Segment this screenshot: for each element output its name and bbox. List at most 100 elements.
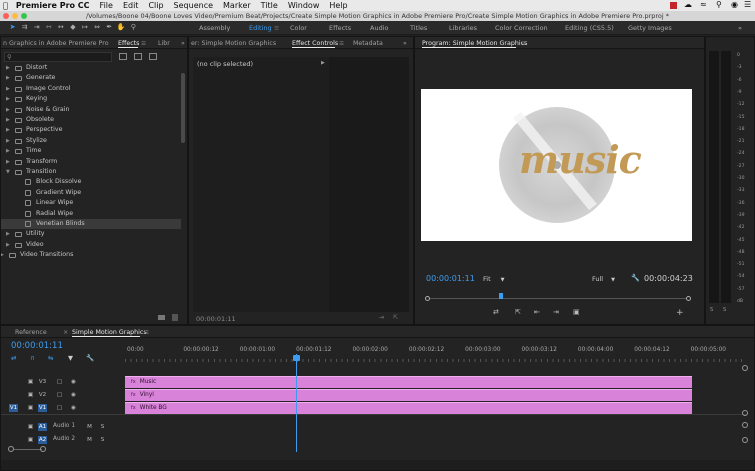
yuv-effects-icon[interactable] — [149, 53, 157, 60]
32bit-effects-icon[interactable] — [134, 53, 142, 60]
go-to-out-icon[interactable]: ⇥ — [553, 308, 559, 316]
lock-track-icon[interactable]: ▣ — [26, 404, 35, 412]
close-tab-icon[interactable]: × — [63, 329, 68, 336]
effects-scrollbar[interactable] — [181, 73, 185, 143]
chevron-right-icon[interactable]: ▶ — [6, 240, 10, 250]
effect-folder[interactable]: ▶ Perspective — [1, 125, 181, 135]
effect-folder[interactable]: ▶ Image Control — [1, 84, 181, 94]
timeline-current-timecode[interactable]: 00:00:01:11 — [11, 341, 63, 351]
record-status-icon[interactable] — [670, 2, 677, 9]
workspace-overflow-icon[interactable]: » — [738, 24, 742, 32]
lock-track-icon[interactable]: ▣ — [26, 378, 35, 386]
slip-tool-icon[interactable]: ↦ — [80, 23, 89, 32]
effect-item[interactable]: Block Dissolve — [1, 177, 181, 187]
playback-resolution-select[interactable]: Full ▼ — [592, 275, 615, 283]
close-window-button[interactable] — [3, 13, 9, 19]
panel-menu-icon[interactable]: ≡ — [141, 40, 146, 47]
effect-folder[interactable]: ▶ Video — [1, 240, 181, 250]
panel-overflow-icon[interactable]: » — [403, 40, 407, 47]
cloud-icon[interactable]: ☁ — [684, 0, 692, 9]
menu-sequence[interactable]: Sequence — [174, 1, 213, 10]
chevron-right-icon[interactable]: ▶ — [6, 146, 10, 156]
solo-left-button[interactable]: S — [710, 307, 713, 313]
workspace-editing[interactable]: Editing — [249, 24, 272, 32]
chevron-right-icon[interactable]: ▶ — [6, 73, 10, 83]
tab-effect-controls[interactable]: Effect Controls — [292, 40, 338, 47]
effect-folder[interactable]: ▶ Time — [1, 146, 181, 156]
apple-icon[interactable]:  — [3, 1, 8, 10]
zoom-window-button[interactable] — [21, 13, 27, 19]
tab-sequence[interactable]: Simple Motion Graphics — [72, 329, 147, 336]
search-icon[interactable]: ⚲ — [716, 0, 722, 9]
track-select-tool-icon[interactable]: ⇉ — [20, 23, 29, 32]
menu-window[interactable]: Window — [288, 1, 320, 10]
sync-lock-icon[interactable]: □ — [55, 404, 64, 412]
workspace-color-correction[interactable]: Color Correction — [495, 24, 548, 32]
track-target-button[interactable]: V2 — [38, 391, 47, 399]
timeline-zoom-scrollbar[interactable] — [8, 446, 743, 452]
workspace-getty-images[interactable]: Getty Images — [628, 24, 672, 32]
menu-marker[interactable]: Marker — [223, 1, 251, 10]
nest-insert-icon[interactable]: ⇄ — [11, 354, 16, 362]
new-bin-icon[interactable] — [158, 315, 165, 320]
export-icon[interactable]: ⇱ — [393, 314, 398, 321]
lock-track-icon[interactable]: ▣ — [26, 423, 35, 431]
audio-track-target-button[interactable]: A2 — [38, 436, 47, 444]
tab-effects[interactable]: Effects — [118, 40, 139, 47]
chevron-right-icon[interactable]: ▶ — [6, 229, 10, 239]
selection-tool-icon[interactable]: ➤ — [8, 23, 17, 32]
app-menu[interactable]: Premiere Pro CC — [16, 1, 90, 10]
lock-track-icon[interactable]: ▣ — [26, 391, 35, 399]
tab-source-monitor[interactable]: er: Simple Motion Graphics — [191, 40, 276, 47]
effects-search-input[interactable]: ⚲ — [4, 52, 112, 62]
panel-menu-icon[interactable]: ≡ — [521, 40, 526, 47]
razor-tool-icon[interactable]: ◆ — [68, 23, 77, 32]
add-marker-icon[interactable]: ▼ — [68, 354, 73, 362]
toggle-output-eye-icon[interactable]: ◉ — [69, 404, 78, 412]
go-to-in-icon[interactable]: ⇤ — [534, 308, 540, 316]
effect-item[interactable]: Gradient Wipe — [1, 188, 181, 198]
chevron-right-icon[interactable]: ▶ — [6, 84, 10, 94]
tab-libraries[interactable]: Libr — [158, 40, 170, 47]
solo-right-button[interactable]: S — [723, 307, 726, 313]
export-frame-camera-icon[interactable]: ▣ — [573, 308, 580, 316]
lift-icon[interactable]: ⇄ — [493, 308, 499, 316]
workspace-effects[interactable]: Effects — [329, 24, 351, 32]
audio-track-target-button[interactable]: A1 — [38, 423, 47, 431]
timeline-horizontal-scrollbar[interactable] — [1, 460, 754, 470]
ripple-edit-tool-icon[interactable]: ⇥ — [32, 23, 41, 32]
chevron-right-icon[interactable]: ▶ — [6, 94, 10, 104]
panel-menu-icon[interactable]: ≡ — [144, 329, 149, 336]
in-handle[interactable] — [425, 296, 430, 301]
rate-stretch-tool-icon[interactable]: ↔ — [56, 23, 65, 32]
mute-button[interactable]: M — [85, 436, 94, 444]
effect-item[interactable]: Radial Wipe — [1, 209, 181, 219]
effect-folder[interactable]: ▶ Utility — [1, 229, 181, 239]
zoom-tool-icon[interactable]: ⚲ — [129, 23, 138, 32]
wifi-icon[interactable]: ≈ — [700, 0, 707, 9]
chevron-right-icon[interactable]: ▶ — [1, 250, 4, 260]
minimize-window-button[interactable] — [12, 13, 18, 19]
hand-tool-icon[interactable]: ✋ — [117, 23, 126, 32]
track-target-button[interactable]: V3 — [38, 378, 47, 386]
delete-icon[interactable] — [172, 314, 178, 321]
effect-item[interactable]: Linear Wipe — [1, 198, 181, 208]
workspace-color[interactable]: Color — [290, 24, 307, 32]
tab-reference[interactable]: Reference — [15, 329, 47, 336]
solo-button[interactable]: S — [98, 423, 107, 431]
extract-icon[interactable]: ⇱ — [515, 308, 521, 316]
timeline-clip[interactable]: fx Music — [125, 376, 692, 388]
effect-folder[interactable]: ▶ Generate — [1, 73, 181, 83]
mute-button[interactable]: M — [85, 423, 94, 431]
program-video-frame[interactable]: music — [421, 89, 692, 241]
vertical-zoom-handle-audio[interactable] — [742, 422, 748, 428]
chevron-right-icon[interactable]: ▶ — [6, 157, 10, 167]
chevron-right-icon[interactable]: ▶ — [6, 105, 10, 115]
panel-overflow-icon[interactable]: » — [181, 40, 185, 47]
vertical-zoom-handle-top[interactable] — [742, 365, 748, 371]
chevron-right-icon[interactable]: ▶ — [6, 136, 10, 146]
vertical-zoom-handle-mid[interactable] — [742, 410, 748, 416]
menu-clip[interactable]: Clip — [148, 1, 163, 10]
program-monitor-title[interactable]: Program: Simple Motion Graphics — [422, 40, 527, 47]
source-patch-button[interactable]: V1 — [9, 404, 18, 412]
